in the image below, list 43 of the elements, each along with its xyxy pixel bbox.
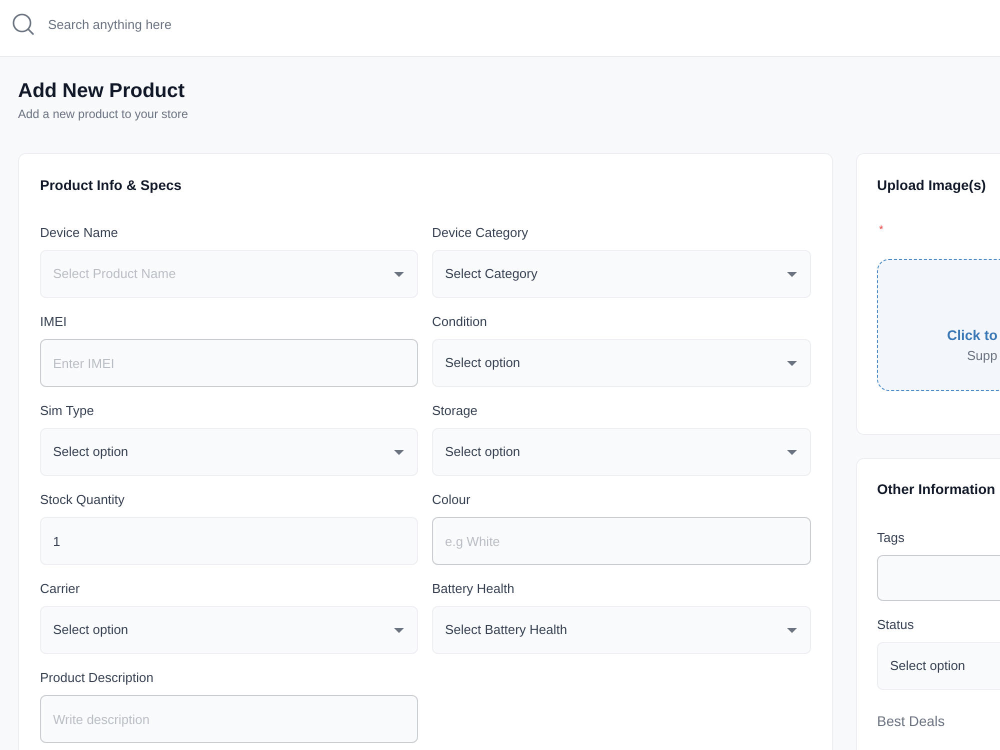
caret-icon <box>394 628 404 632</box>
field-label: Carrier <box>40 581 80 597</box>
search-field[interactable]: Search anything here <box>48 13 348 35</box>
caret-icon <box>394 272 404 276</box>
select-field[interactable]: Select option <box>877 642 1000 690</box>
input-field[interactable]: Write description <box>40 695 418 743</box>
select-field[interactable]: Select Battery Health <box>432 606 811 654</box>
select-field[interactable]: Select option <box>40 606 418 654</box>
section-label: Best Deals <box>877 712 945 730</box>
caret-icon <box>787 628 797 632</box>
field-label: Sim Type <box>40 403 94 419</box>
input-field[interactable]: 1 <box>40 517 418 565</box>
select-field[interactable]: Select option <box>432 339 811 387</box>
card-title: Other Information <box>877 480 996 499</box>
select-field[interactable]: Select option <box>40 428 418 476</box>
page-subtitle: Add a new product to your store <box>18 106 188 122</box>
field-label: Battery Health <box>432 581 514 597</box>
field-label: Product Description <box>40 670 154 686</box>
page-title: Add New Product <box>18 79 185 104</box>
caret-icon <box>394 450 404 454</box>
input-field[interactable]: e.g White <box>432 517 811 565</box>
field-label: Condition <box>432 314 487 330</box>
caret-icon <box>787 360 797 366</box>
field-label: IMEI <box>40 314 67 330</box>
caret-icon <box>787 272 797 276</box>
select-field[interactable]: Select Category <box>432 250 811 298</box>
search-icon <box>12 13 34 35</box>
field-label: Colour <box>432 492 470 508</box>
required-mark: * <box>879 224 884 236</box>
upload-hint: Supp <box>967 348 998 364</box>
input-field[interactable]: Enter IMEI <box>40 339 418 387</box>
field-label: Stock Quantity <box>40 492 125 508</box>
field-label: Status <box>877 617 914 633</box>
upload-dropzone[interactable]: Click to Supp <box>877 259 1000 391</box>
field-label: Device Category <box>432 225 528 241</box>
caret-icon <box>787 450 797 454</box>
field-label: Tags <box>877 530 904 546</box>
upload-prompt: Click to <box>947 326 998 344</box>
select-field[interactable]: Select option <box>432 428 811 476</box>
card-title: Product Info & Specs <box>40 176 182 195</box>
card-title: Upload Image(s) <box>877 176 986 195</box>
field-label: Device Name <box>40 225 118 241</box>
field-label: Storage <box>432 403 478 419</box>
